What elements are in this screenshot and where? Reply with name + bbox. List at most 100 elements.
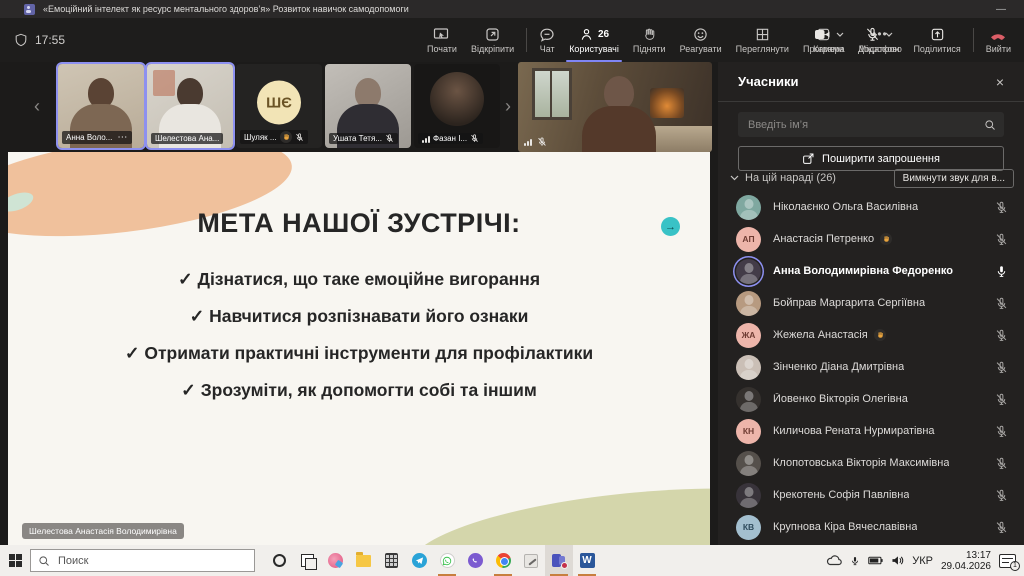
taskbar-search-input[interactable] — [56, 554, 247, 568]
taskbar-clock[interactable]: 13:17 29.04.2026 — [941, 550, 991, 572]
in-meeting-section-row: На цій нараді (26) Вимкнути звук для в..… — [730, 166, 1014, 190]
popout-icon — [485, 26, 500, 43]
strip-scroll-left-chevron[interactable]: ‹ — [34, 96, 40, 117]
avatar-initials: ШЄ — [257, 80, 301, 124]
participant-row[interactable]: Ніколаєнко Ольга Василівна — [718, 191, 1024, 223]
mic-options-chevron[interactable] — [885, 32, 893, 37]
slide-content: МЕТА НАШОЇ ЗУСТРІЧІ: ✓ Дізнатися, що так… — [8, 208, 710, 418]
participant-row[interactable]: Йовенко Вікторія Олегівна — [718, 383, 1024, 415]
video-tile[interactable]: Шелестова Ана... ⋯ — [147, 64, 233, 148]
chevron-down-icon[interactable] — [730, 175, 739, 181]
mic-off-icon[interactable] — [995, 233, 1008, 246]
meeting-toolbar: 17:55 Почати Відкріпити Чат 26 Користува… — [0, 18, 1024, 62]
mic-off-icon[interactable] — [995, 457, 1008, 470]
leave-button[interactable]: Вийти — [979, 18, 1018, 62]
teams-taskbar-icon[interactable] — [545, 545, 573, 576]
taskbar-search[interactable] — [30, 549, 255, 572]
video-tile[interactable]: Ушата Тетя... ⋯ — [325, 64, 411, 148]
avatar: КВ — [736, 515, 761, 540]
video-tile[interactable]: Фазан І... ⋯ — [414, 64, 500, 148]
camera-button[interactable]: Камера — [806, 18, 851, 62]
whatsapp-icon[interactable] — [433, 545, 461, 576]
file-explorer-icon[interactable] — [349, 545, 377, 576]
microphone-button[interactable]: Мікрофон — [852, 18, 907, 62]
mic-off-icon[interactable] — [995, 393, 1008, 406]
participant-name: Зінченко Діана Дмитрівна — [773, 361, 904, 373]
participants-button[interactable]: 26 Користувачі — [562, 18, 626, 62]
participant-search[interactable] — [738, 112, 1004, 137]
telegram-icon[interactable] — [405, 545, 433, 576]
video-tile[interactable]: ШЄ Шуляк ... ⋯ — [236, 64, 322, 148]
participant-row[interactable]: Анна Володимирівна Федоренко — [718, 255, 1024, 287]
calculator-icon[interactable] — [377, 545, 405, 576]
participant-row[interactable]: Бойправ Маргарита Сергіївна — [718, 287, 1024, 319]
window-minimize-button[interactable]: — — [986, 4, 1016, 15]
video-tile[interactable]: Анна Воло... ⋯ — [58, 64, 144, 148]
notification-count-badge: 1 — [1010, 561, 1020, 571]
strip-scroll-right-chevron[interactable]: › — [505, 96, 511, 117]
participant-row[interactable]: КВ Крупнова Кіра Вячеславівна — [718, 511, 1024, 543]
tile-name-label: Фазан І... ⋯ — [418, 133, 483, 144]
title-bar: «Емоційний інтелект як ресурс ментальног… — [0, 0, 1024, 18]
participant-row[interactable]: АП Анастасія Петренко — [718, 223, 1024, 255]
participant-row[interactable]: КН Киличова Рената Нурмиратівна — [718, 415, 1024, 447]
chrome-icon[interactable] — [489, 545, 517, 576]
mic-off-icon[interactable] — [995, 361, 1008, 374]
action-center-icon[interactable]: 1 — [999, 554, 1016, 568]
tile-name-label: Шуляк ... ⋯ — [240, 130, 308, 144]
slide-bullet: ✓ Навчитися розпізнавати його ознаки — [119, 306, 599, 326]
mic-on-icon[interactable] — [995, 265, 1008, 278]
participant-row[interactable]: ЖА Жежела Анастасія — [718, 319, 1024, 351]
panel-title: Учасники — [738, 74, 990, 89]
system-tray: УКР 13:17 29.04.2026 1 — [826, 550, 1024, 572]
view-button[interactable]: Переглянути — [729, 18, 796, 62]
start-button[interactable] — [0, 545, 30, 576]
share-button[interactable]: Поділитися — [906, 18, 967, 62]
avatar — [736, 355, 761, 380]
smiley-icon — [693, 26, 708, 43]
tile-name-label: Ушата Тетя... ⋯ — [329, 133, 398, 144]
participant-name: Крупнова Кіра Вячеславівна — [773, 521, 917, 533]
slide-next-arrow-button[interactable]: → — [661, 217, 680, 236]
mute-all-button[interactable]: Вимкнути звук для в... — [894, 169, 1014, 188]
participant-row[interactable]: Зінченко Діана Дмитрівна — [718, 351, 1024, 383]
viber-icon[interactable] — [461, 545, 489, 576]
battery-icon[interactable] — [868, 556, 883, 565]
camera-options-chevron[interactable] — [836, 32, 844, 37]
language-indicator[interactable]: УКР — [912, 555, 933, 567]
react-button[interactable]: Реагувати — [673, 18, 729, 62]
clock-date: 29.04.2026 — [941, 561, 991, 572]
stage-video-tile[interactable] — [518, 62, 712, 152]
participant-row[interactable]: Клопотовська Вікторія Максимівна — [718, 447, 1024, 479]
cortana-icon[interactable] — [265, 545, 293, 576]
section-label[interactable]: На цій нараді (26) — [745, 172, 894, 184]
mic-off-icon[interactable] — [995, 201, 1008, 214]
avatar — [736, 291, 761, 316]
photos-app-icon[interactable] — [321, 545, 349, 576]
participant-name: Крекотень Софія Павлівна — [773, 489, 909, 501]
avatar: ЖА — [736, 323, 761, 348]
task-view-icon[interactable] — [293, 545, 321, 576]
speaker-icon[interactable] — [891, 555, 904, 566]
clock-time: 13:17 — [941, 550, 991, 561]
close-icon[interactable]: × — [990, 72, 1010, 92]
pen-app-icon[interactable] — [517, 545, 545, 576]
mic-off-icon[interactable] — [995, 329, 1008, 342]
phone-hangup-icon — [989, 26, 1007, 43]
start-share-button[interactable]: Почати — [420, 18, 464, 62]
unpin-button[interactable]: Відкріпити — [464, 18, 521, 62]
mic-off-icon[interactable] — [995, 489, 1008, 502]
slide-bullet: ✓ Зрозуміти, як допомогти собі та іншим — [119, 380, 599, 400]
mic-off-icon[interactable] — [995, 297, 1008, 310]
tray-mic-icon[interactable] — [850, 555, 860, 567]
mic-off-icon[interactable] — [995, 521, 1008, 534]
windows-logo-icon — [9, 554, 22, 567]
mic-off-icon[interactable] — [995, 425, 1008, 438]
raise-hand-button[interactable]: Підняти — [626, 18, 673, 62]
tile-more-icon[interactable]: ⋯ — [117, 132, 128, 143]
word-icon[interactable]: W — [573, 545, 601, 576]
participant-search-input[interactable] — [746, 118, 984, 132]
chat-button[interactable]: Чат — [532, 18, 562, 62]
participant-row[interactable]: Крекотень Софія Павлівна — [718, 479, 1024, 511]
onedrive-cloud-icon[interactable] — [826, 555, 842, 566]
